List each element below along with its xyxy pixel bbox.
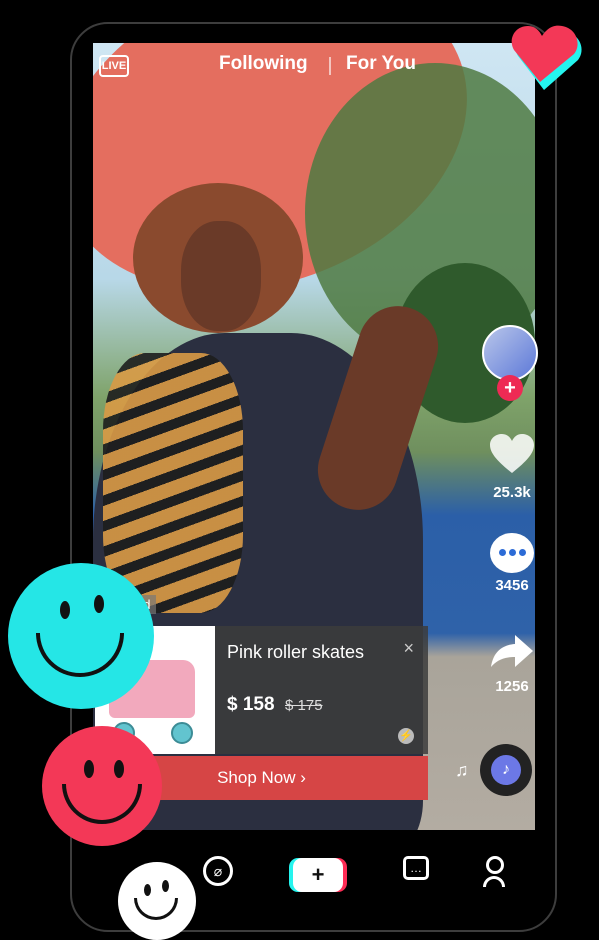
bolt-icon: ⚡ — [398, 728, 414, 744]
product-price: $ 158 — [227, 694, 275, 715]
tab-following[interactable]: Following — [219, 53, 308, 75]
comment-icon — [490, 533, 534, 573]
music-note-icon: ♫ — [455, 760, 469, 780]
heart-sticker — [511, 25, 582, 90]
heart-icon — [490, 434, 534, 473]
like-button[interactable]: 25.3k — [482, 433, 542, 501]
share-button[interactable]: 1256 — [482, 633, 542, 695]
smiley-sticker-white — [118, 862, 196, 940]
tab-for-you[interactable]: For You — [346, 53, 416, 75]
live-icon[interactable]: LIVE — [99, 55, 129, 77]
comment-button[interactable]: 3456 — [482, 533, 542, 594]
creator-avatar[interactable] — [482, 325, 538, 381]
product-old-price: $ 175 — [285, 697, 323, 714]
smiley-sticker-cyan — [8, 563, 154, 709]
tiktok-logo-icon: ♪ — [491, 755, 521, 785]
create-icon[interactable]: + — [293, 858, 343, 892]
follow-plus-icon[interactable]: + — [497, 375, 523, 401]
subject-face — [181, 221, 261, 331]
smiley-sticker-red — [42, 726, 162, 846]
product-title: Pink roller skates — [227, 642, 365, 662]
music-disc[interactable]: ♪ — [480, 744, 532, 796]
profile-icon[interactable] — [483, 856, 507, 887]
comment-count: 3456 — [495, 577, 529, 594]
close-icon[interactable]: × — [403, 638, 414, 659]
compass-icon[interactable]: ⌀ — [203, 856, 233, 886]
share-count: 1256 — [495, 678, 529, 695]
top-bar: LIVE Following For You — [93, 43, 535, 93]
tiger-pattern — [103, 353, 243, 613]
tab-divider — [329, 57, 331, 75]
share-icon — [491, 635, 533, 667]
skate-wheel — [171, 722, 193, 744]
like-count: 25.3k — [493, 484, 531, 501]
inbox-icon[interactable]: … — [403, 856, 429, 880]
